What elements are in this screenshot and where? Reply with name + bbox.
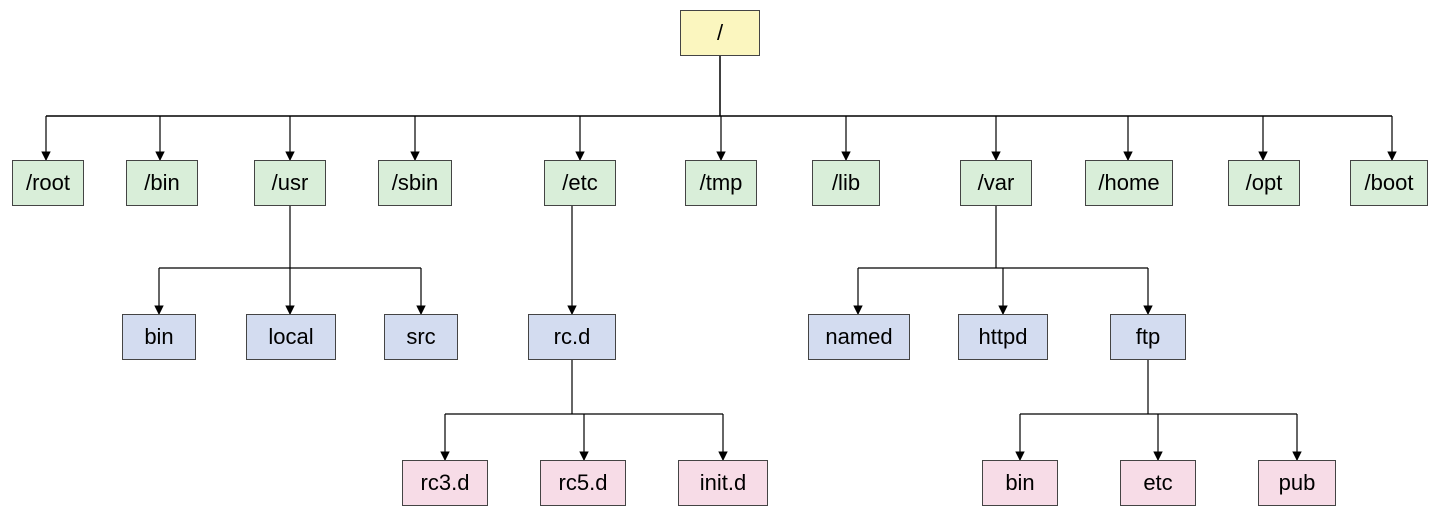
node-boot: /boot	[1350, 160, 1428, 206]
node-root: /	[680, 10, 760, 56]
node-etc-rcd: rc.d	[528, 314, 616, 360]
node-rc5d: rc5.d	[540, 460, 626, 506]
node-root-dir: /root	[12, 160, 84, 206]
node-var-ftp: ftp	[1110, 314, 1186, 360]
node-sbin: /sbin	[378, 160, 452, 206]
node-usr-bin: bin	[122, 314, 196, 360]
node-initd: init.d	[678, 460, 768, 506]
node-ftp-bin: bin	[982, 460, 1058, 506]
node-ftp-pub: pub	[1258, 460, 1336, 506]
node-opt: /opt	[1228, 160, 1300, 206]
node-usr-src: src	[384, 314, 458, 360]
node-rc3d: rc3.d	[402, 460, 488, 506]
node-etc: /etc	[544, 160, 616, 206]
node-var-named: named	[808, 314, 910, 360]
node-home: /home	[1085, 160, 1173, 206]
node-usr-local: local	[246, 314, 336, 360]
node-usr: /usr	[254, 160, 326, 206]
node-bin: /bin	[126, 160, 198, 206]
node-tmp: /tmp	[685, 160, 757, 206]
node-ftp-etc: etc	[1120, 460, 1196, 506]
filesystem-tree-diagram: / /root /bin /usr /sbin /etc /tmp /lib /…	[0, 0, 1432, 528]
connectors	[0, 0, 1432, 528]
node-var: /var	[960, 160, 1032, 206]
node-lib: /lib	[812, 160, 880, 206]
node-var-httpd: httpd	[958, 314, 1048, 360]
